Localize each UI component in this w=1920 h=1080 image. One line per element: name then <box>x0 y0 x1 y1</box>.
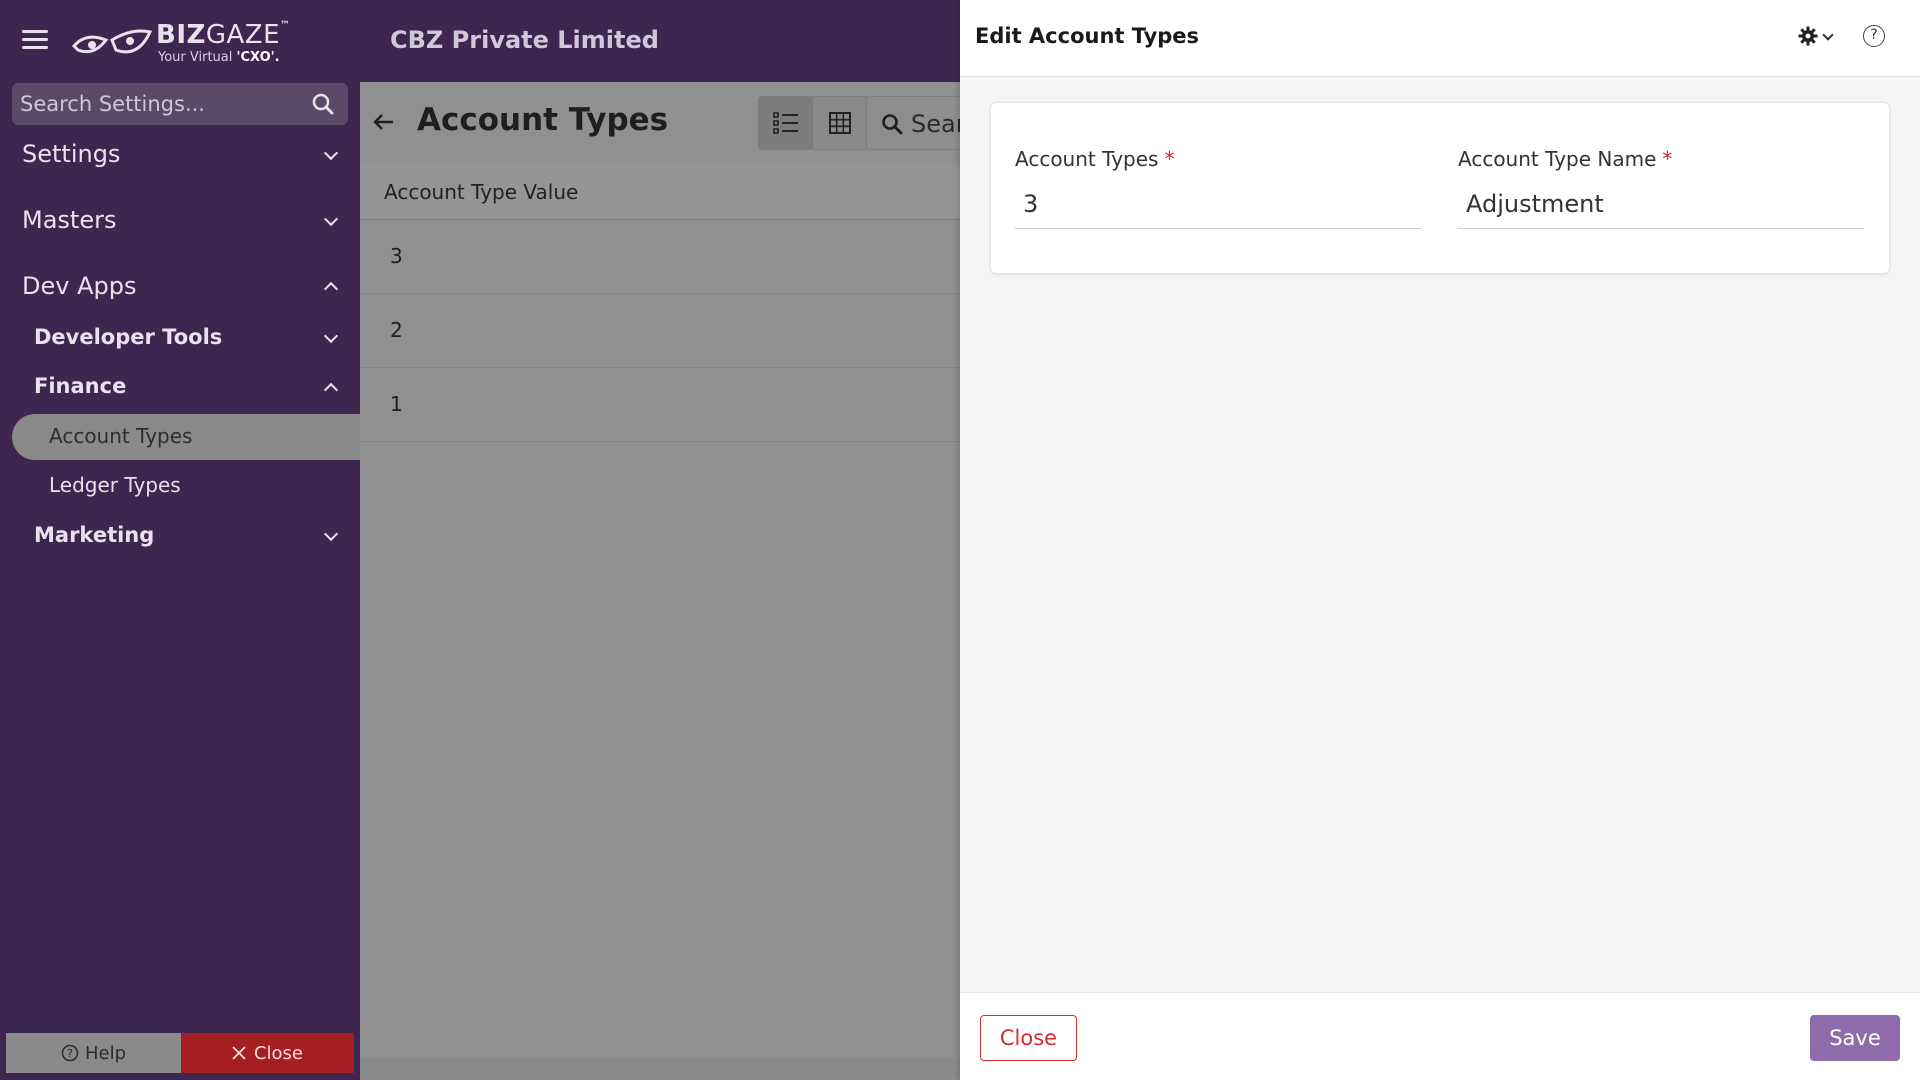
table-row[interactable]: 2 <box>360 294 960 368</box>
account-types-grid: Account Type Value 3 2 1 <box>360 164 960 442</box>
nav-sub-label: Developer Tools <box>34 325 223 349</box>
save-button[interactable]: Save <box>1810 1015 1900 1061</box>
nav-group-label: Settings <box>22 140 121 168</box>
cell-value: 1 <box>390 392 403 416</box>
field-label: Account Types * <box>1015 147 1175 171</box>
account-type-name-field: Account Type Name * <box>1458 147 1864 229</box>
table-row[interactable]: 3 <box>360 220 960 294</box>
close-icon <box>232 1046 246 1060</box>
settings-dropdown[interactable] <box>1798 26 1834 46</box>
edit-drawer: Edit Account Types ? Account Types * 3 A… <box>960 0 1920 1080</box>
search-icon <box>882 114 903 135</box>
required-marker: * <box>1164 147 1175 171</box>
column-header[interactable]: Account Type Value <box>384 180 578 204</box>
sidebar-item-label: Account Types <box>49 424 193 448</box>
settings-search <box>12 83 348 125</box>
brand-bar: BIZGAZE™ Your Virtual 'CXO'. <box>0 0 360 82</box>
close-label: Close <box>253 1042 304 1064</box>
brand-tagline: Your Virtual 'CXO'. <box>158 50 280 65</box>
brand-name: BIZGAZE™ <box>156 20 291 50</box>
top-bar: CBZ Private Limited <box>360 0 960 82</box>
drawer-header: Edit Account Types ? <box>960 0 1920 77</box>
nav-group-dev-apps[interactable]: Dev Apps <box>0 264 360 308</box>
nav-group-label: Masters <box>22 206 117 234</box>
sidebar-close-button[interactable]: Close <box>181 1033 354 1073</box>
list-search-input[interactable] <box>911 109 960 139</box>
search-icon[interactable] <box>312 93 334 115</box>
sidebar-footer: ? Help Close <box>6 1033 354 1073</box>
nav-group-settings[interactable]: Settings <box>0 132 360 176</box>
main-content: Account Types Search Account Type Value … <box>360 82 960 1080</box>
chevron-down-icon <box>323 145 339 161</box>
form-card: Account Types* Account Type Name* <box>990 102 1890 274</box>
list-view-icon <box>773 112 798 134</box>
company-name: CBZ Private Limited <box>390 26 659 54</box>
help-button[interactable]: ? Help <box>6 1033 181 1073</box>
nav-sub-developer-tools[interactable]: Developer Tools <box>0 318 360 358</box>
nav-group-label: Dev Apps <box>22 272 137 300</box>
nav-sub-label: Finance <box>34 374 127 398</box>
horizontal-scrollbar[interactable] <box>360 1057 960 1080</box>
list-view-button[interactable] <box>759 97 813 149</box>
chevron-down-icon <box>1822 28 1834 41</box>
account-types-input[interactable] <box>1015 179 1421 229</box>
field-label: Account Type Name * <box>1458 147 1673 171</box>
hamburger-menu-icon[interactable] <box>22 30 48 52</box>
help-label: Help <box>84 1042 127 1064</box>
list-search <box>866 96 960 150</box>
page-header: Account Types <box>360 82 960 164</box>
nav-sub-marketing[interactable]: Marketing <box>0 516 360 556</box>
chevron-up-icon <box>323 382 339 398</box>
chevron-down-icon <box>323 526 339 542</box>
table-row[interactable]: 1 <box>360 368 960 442</box>
nav-sub-finance[interactable]: Finance <box>0 367 360 407</box>
nav-sub-label: Marketing <box>34 523 155 547</box>
account-types-field: Account Types * <box>1015 147 1421 229</box>
sidebar: BIZGAZE™ Your Virtual 'CXO'. Settings Ma… <box>0 0 360 1080</box>
required-marker: * <box>1662 147 1673 171</box>
chevron-up-icon <box>323 281 339 297</box>
chevron-down-icon <box>323 328 339 344</box>
drawer-title: Edit Account Types <box>975 24 1200 48</box>
svg-text:?: ? <box>67 1047 73 1060</box>
close-button[interactable]: Close <box>980 1015 1077 1061</box>
sidebar-item-ledger-types[interactable]: Ledger Types <box>12 463 360 509</box>
chevron-down-icon <box>323 211 339 227</box>
drawer-footer: Close Save <box>960 992 1920 1080</box>
grid-header: Account Type Value <box>360 164 960 220</box>
grid-view-icon <box>829 112 851 134</box>
account-type-name-input[interactable] <box>1458 179 1864 229</box>
view-toggle <box>758 96 868 150</box>
sidebar-item-label: Ledger Types <box>49 473 181 497</box>
sidebar-item-account-types[interactable]: Account Types <box>12 414 360 460</box>
grid-view-button[interactable] <box>813 97 867 149</box>
owl-eyes-logo-icon <box>72 29 152 54</box>
question-circle-icon: ? <box>61 1044 79 1062</box>
help-icon[interactable]: ? <box>1863 25 1885 47</box>
settings-search-input[interactable] <box>20 89 310 119</box>
cell-value: 2 <box>390 318 403 342</box>
cell-value: 3 <box>390 244 403 268</box>
gear-icon <box>1798 26 1818 46</box>
bizgaze-logo: BIZGAZE™ Your Virtual 'CXO'. <box>72 18 292 68</box>
arrow-left-icon[interactable] <box>372 110 396 134</box>
nav-group-masters[interactable]: Masters <box>0 198 360 242</box>
page-title: Account Types <box>417 102 669 138</box>
